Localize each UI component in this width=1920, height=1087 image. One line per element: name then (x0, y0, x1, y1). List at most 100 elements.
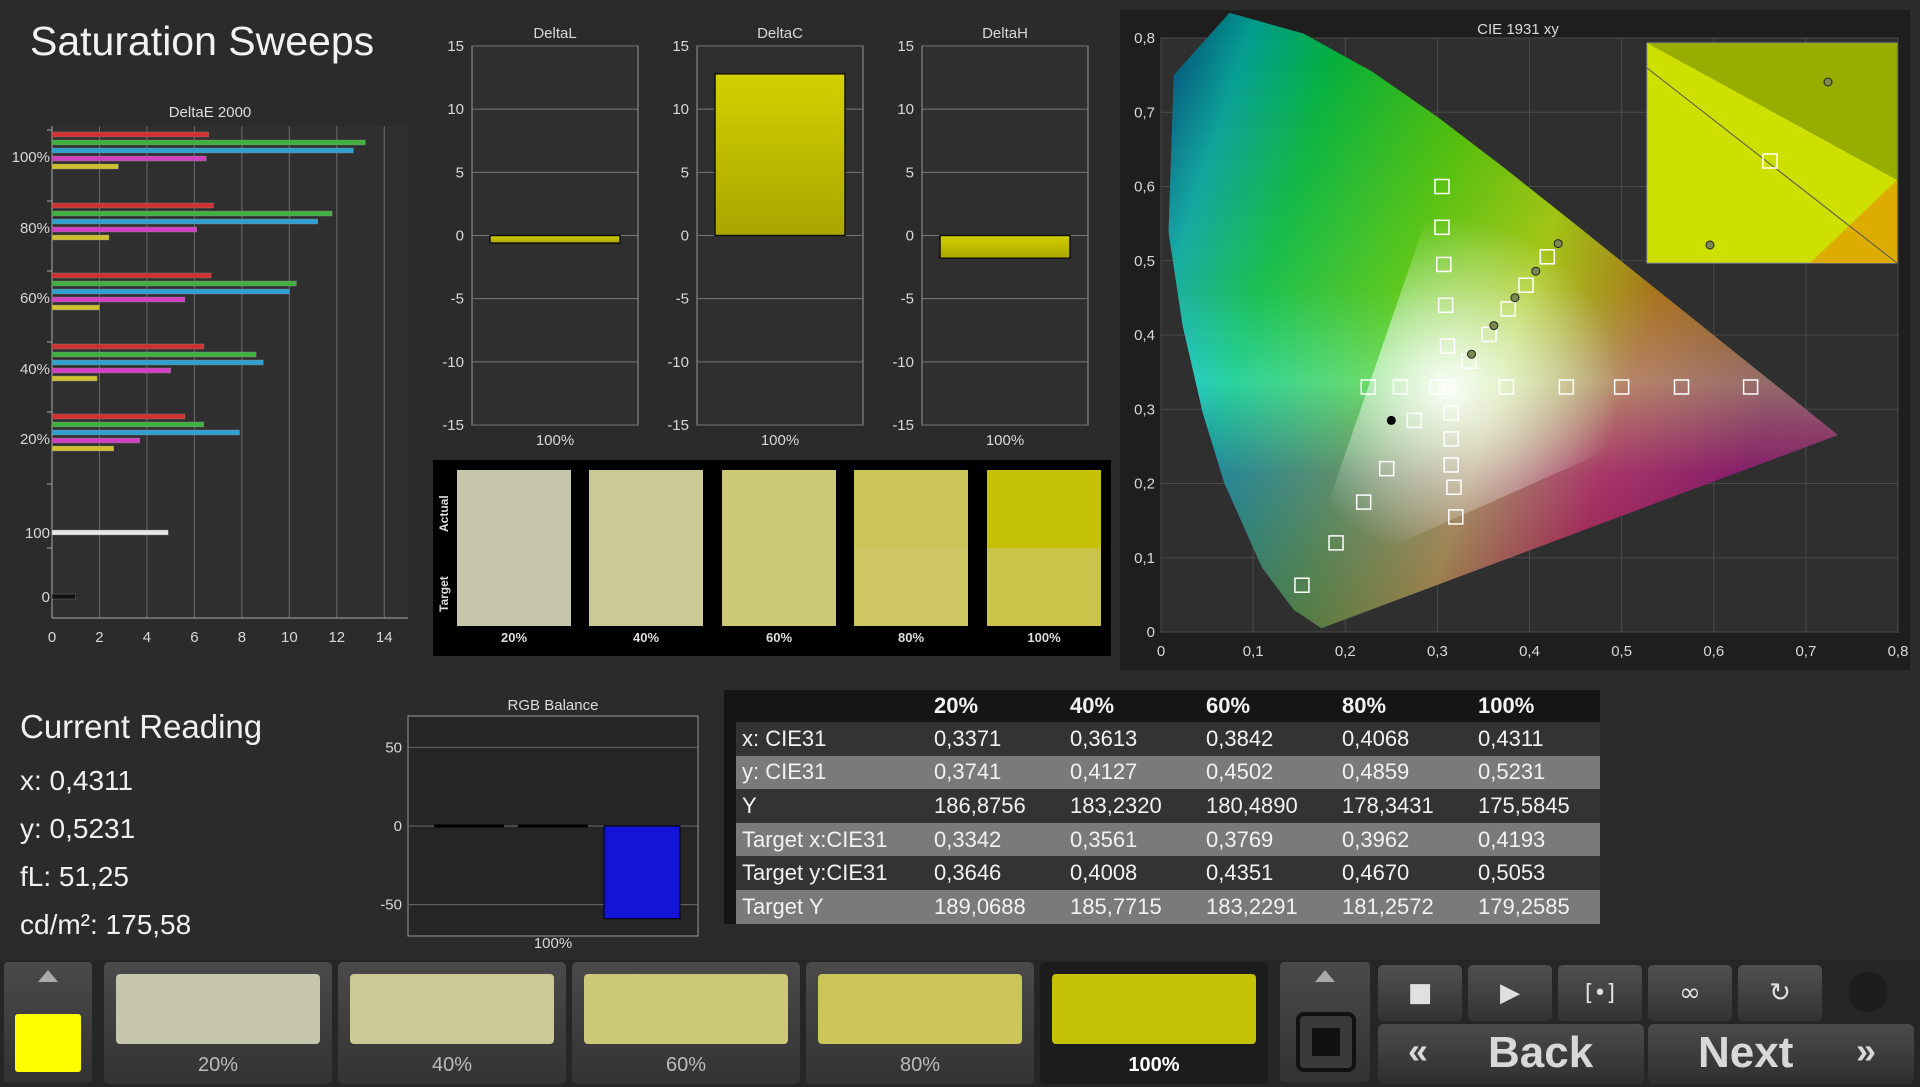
delta-y-tick: -5 (901, 291, 914, 308)
deltae-bar (51, 421, 205, 428)
swatch-target (722, 548, 836, 626)
cie-measured-point (1553, 239, 1563, 249)
continuous-read-button[interactable]: ∞ (1648, 965, 1732, 1021)
delta-y-tick: -5 (451, 291, 464, 308)
deltae-x-tick: 14 (376, 629, 393, 646)
deltae-bar (51, 445, 114, 452)
table-row: Target y:CIE31 0,3646 0,4008 0,4351 0,4670 0,… (724, 856, 1600, 890)
rgb-y-tick: 50 (385, 739, 402, 756)
table-cell: 175,5845 (1472, 789, 1600, 823)
single-read-button[interactable]: [•] (1558, 965, 1642, 1021)
table-cell: 0,3962 (1336, 822, 1472, 857)
cie-y-tick: 0,1 (1134, 550, 1155, 567)
current-x: x: 0,4311 (20, 765, 134, 796)
actual-label-wrap: Actual (435, 484, 455, 544)
deltae-title: DeltaE 2000 (168, 104, 252, 121)
cie-x-tick: 0,5 (1611, 643, 1632, 660)
swatch-20%: 20% (457, 470, 571, 645)
current-color-chip (15, 1014, 81, 1072)
cie-x-tick: 0,2 (1335, 643, 1356, 660)
table-row-marker (724, 789, 736, 823)
cie-x-tick: 0,1 (1243, 643, 1264, 660)
delta-panel-title: DeltaH (982, 25, 1028, 42)
cie-x-tick: 0,3 (1427, 643, 1448, 660)
cie-zoom-point (1705, 240, 1715, 250)
delta-y-tick: -15 (667, 417, 689, 434)
rgb-x-label: 100% (534, 935, 572, 952)
delta-y-tick: 15 (897, 38, 914, 55)
page-title: Saturation Sweeps (30, 18, 375, 64)
cie-y-tick: 0,3 (1134, 401, 1155, 418)
deltae-bar (51, 367, 171, 374)
table-cell: 0,3741 (928, 755, 1064, 790)
cie-y-tick: 0,2 (1134, 476, 1155, 493)
table-header-row: 20% 40% 60% 80% 100% (724, 690, 1600, 722)
table-cell: 0,4670 (1336, 856, 1472, 890)
back-label: Back (1488, 1028, 1594, 1077)
next-button[interactable]: Next » (1648, 1024, 1914, 1084)
delta-y-tick: -15 (892, 417, 914, 434)
sweep-tile-100%[interactable]: 100% (1040, 962, 1268, 1084)
deltae-bar (51, 288, 290, 295)
sweep-tile-60%[interactable]: 60% (572, 962, 800, 1084)
table-cell: 0,4127 (1064, 755, 1200, 790)
delta-y-tick: 15 (672, 38, 689, 55)
cie-y-tick: 0,4 (1134, 327, 1155, 344)
table-cell: 0,3646 (928, 856, 1064, 890)
table-cell: 0,3371 (928, 722, 1064, 756)
swatch-actual (854, 470, 968, 548)
infinity-icon: ∞ (1679, 978, 1701, 1008)
swatch-target (457, 548, 571, 626)
table-cell: 0,4193 (1472, 822, 1600, 857)
deltae-x-tick: 2 (95, 629, 103, 646)
deltae-chart: 0 2 4 6 8 10 12 14 100% 80% 60% 40% 20% 100 0 (12, 126, 408, 646)
bracket-icon: [•] (1584, 980, 1616, 1006)
delta-y-tick: -10 (442, 354, 464, 371)
stop-button[interactable]: ■ (1378, 965, 1462, 1021)
sweep-tile-color (116, 974, 320, 1044)
swatch-label: 40% (632, 630, 660, 645)
sweep-tile-color (350, 974, 554, 1044)
swatch-panel: Actual Target 20% 40% 60% 80% 100% (433, 460, 1111, 656)
double-chevron-left-icon: « (1408, 1030, 1429, 1071)
delta-bar-deltah (939, 234, 1071, 259)
refresh-button[interactable]: ↻ (1738, 965, 1822, 1021)
cie-measured-point (1467, 349, 1477, 359)
sweep-tile-20%[interactable]: 20% (104, 962, 332, 1084)
table-cell: 183,2291 (1200, 889, 1336, 924)
play-button[interactable]: ▶ (1468, 965, 1552, 1021)
color-picker-button[interactable] (4, 962, 92, 1082)
deltae-bar (51, 218, 319, 225)
column-header (736, 690, 928, 722)
delta-y-tick: -5 (676, 291, 689, 308)
swatch-target (854, 548, 968, 626)
swatch-actual (457, 470, 571, 548)
table-cell: 0,3842 (1200, 722, 1336, 756)
swatch-80%: 80% (854, 470, 968, 645)
sweep-tile-label: 100% (1128, 1054, 1180, 1076)
table-cell: 0,4351 (1200, 856, 1336, 890)
current-reading-heading: Current Reading (20, 708, 263, 745)
delta-lch-charts: DeltaL 15 10 5 0 -5 -10 -15 100% DeltaC 15 10 5 0 -5 -1… (442, 25, 1089, 449)
deltae-bar (51, 437, 141, 444)
deltae-bar (51, 429, 240, 436)
delta-x-label: 100% (986, 432, 1024, 449)
delta-y-tick: 5 (456, 164, 464, 181)
table-row-marker (724, 722, 736, 756)
delta-x-label: 100% (536, 432, 574, 449)
swatch-label: 60% (765, 630, 793, 645)
delta-x-label: 100% (761, 432, 799, 449)
cie-chart: 0 0,1 0,2 0,3 0,4 0,5 0,6 0,7 0,8 0 0,1 0,2 0,3 0,4 0,… (1134, 12, 1908, 660)
pattern-button[interactable] (1280, 962, 1370, 1082)
sweep-tile-80%[interactable]: 80% (806, 962, 1034, 1084)
back-button[interactable]: « Back (1378, 1024, 1644, 1084)
swatch-100%: 100% (987, 470, 1101, 645)
deltae-y-label: 100 (25, 525, 50, 542)
deltae-bar (51, 155, 207, 162)
deltae-bar (51, 163, 119, 170)
rgb-balance-chart: 50 0 -50 100% (380, 715, 699, 952)
cie-y-tick: 0,5 (1134, 253, 1155, 270)
deltae-bar (51, 139, 366, 146)
table-cell: 0,3613 (1064, 722, 1200, 756)
sweep-tile-40%[interactable]: 40% (338, 962, 566, 1084)
